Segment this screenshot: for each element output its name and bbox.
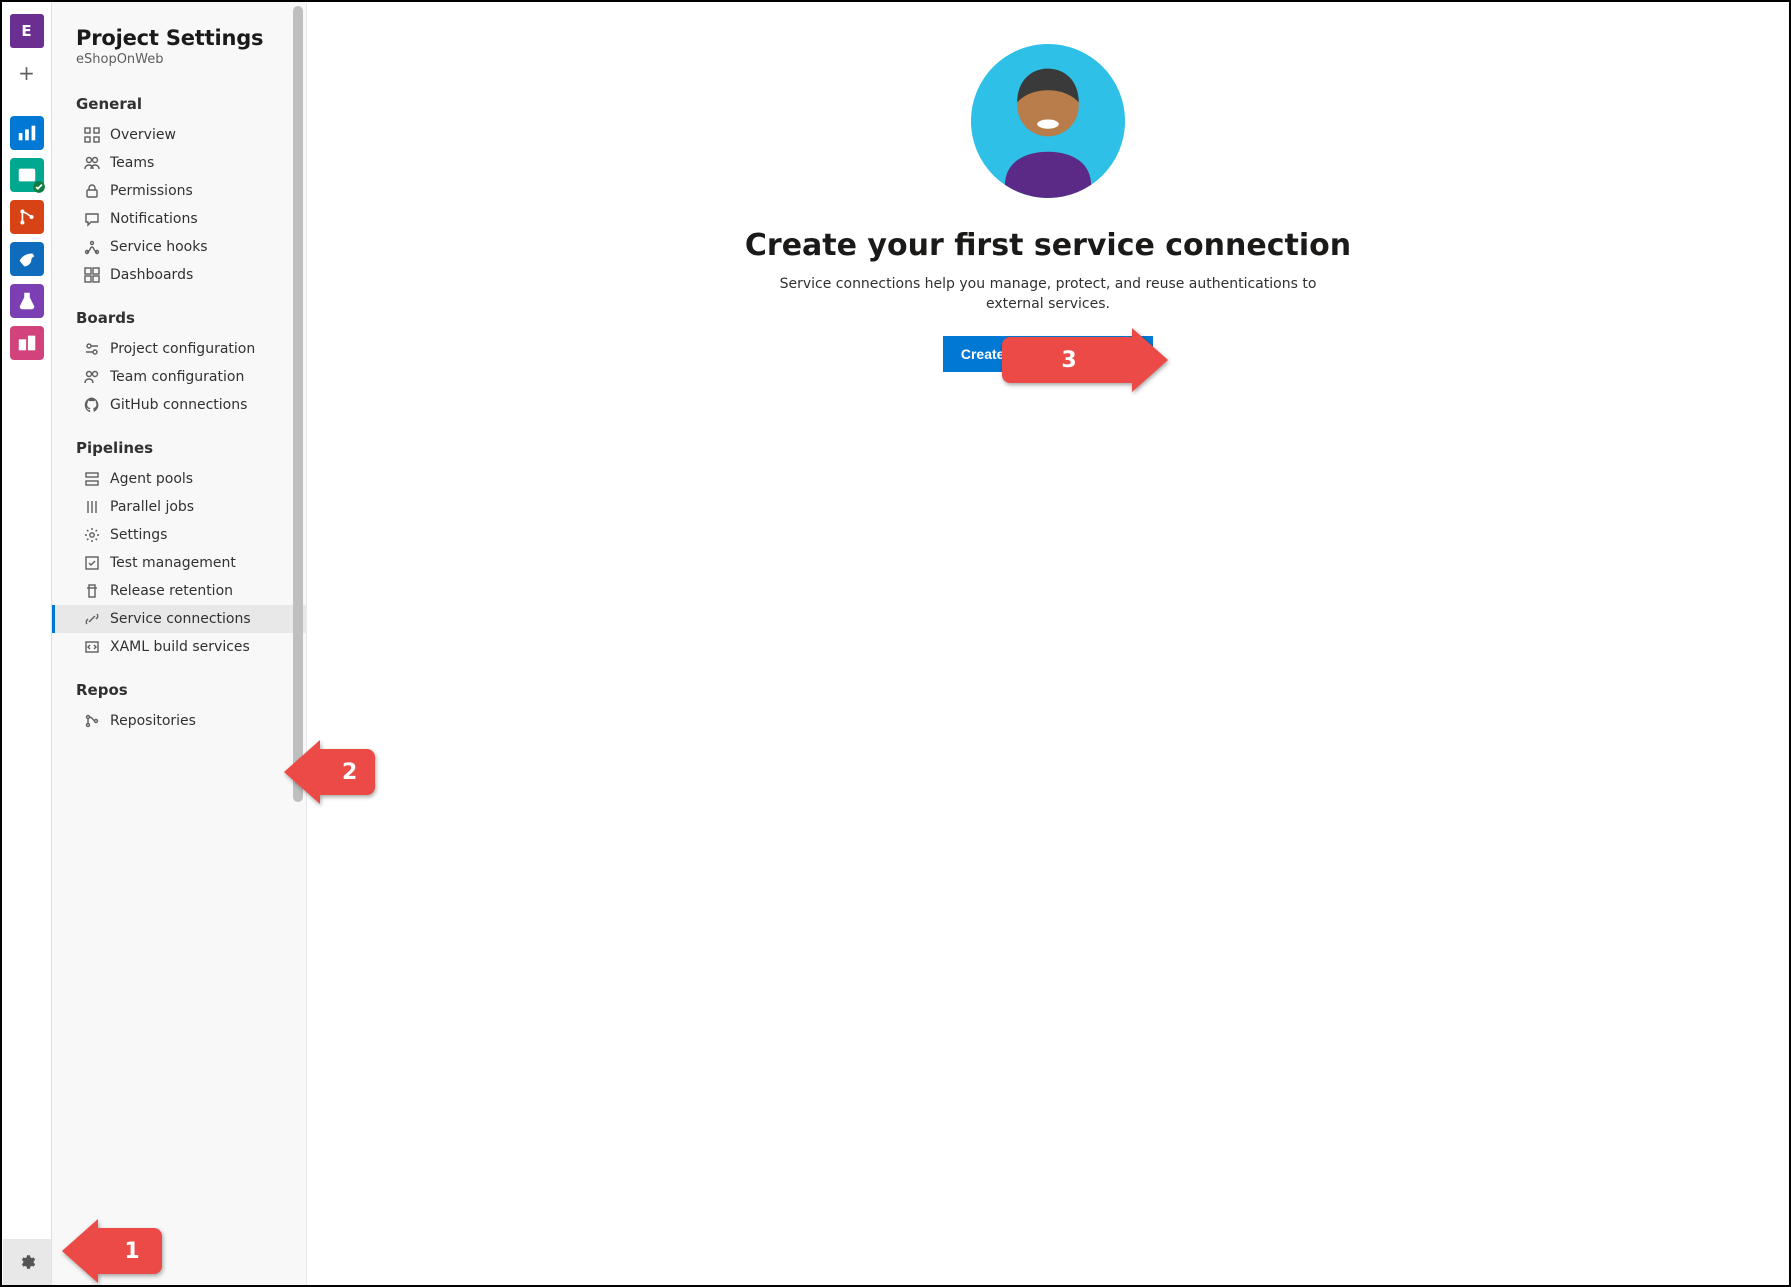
nav-label: Parallel jobs: [110, 499, 194, 515]
overview-icon[interactable]: [10, 116, 44, 150]
config-icon: [84, 341, 100, 357]
connection-icon: [84, 611, 100, 627]
nav-github-connections[interactable]: GitHub connections: [52, 391, 306, 419]
nav-rail: E +: [2, 2, 52, 1285]
hero-avatar-icon: [971, 44, 1125, 198]
nav-service-connections[interactable]: Service connections: [52, 605, 306, 633]
nav-label: Notifications: [110, 211, 198, 227]
add-project-button[interactable]: +: [10, 56, 44, 90]
github-icon: [84, 397, 100, 413]
dashboard-icon: [84, 267, 100, 283]
section-repos: Repos: [76, 681, 290, 699]
team-icon: [84, 155, 100, 171]
nav-label: Settings: [110, 527, 167, 543]
section-pipelines: Pipelines: [76, 439, 290, 457]
project-tile[interactable]: E: [10, 14, 44, 48]
repos-icon[interactable]: [10, 200, 44, 234]
create-service-connection-button[interactable]: Create service connection: [943, 336, 1153, 372]
nav-teams[interactable]: Teams: [52, 149, 306, 177]
nav-label: Overview: [110, 127, 176, 143]
artifacts-icon[interactable]: [10, 326, 44, 360]
lock-icon: [84, 183, 100, 199]
section-boards: Boards: [76, 309, 290, 327]
nav-pipeline-settings[interactable]: Settings: [52, 521, 306, 549]
grid-icon: [84, 127, 100, 143]
xaml-icon: [84, 639, 100, 655]
nav-agent-pools[interactable]: Agent pools: [52, 465, 306, 493]
nav-label: Team configuration: [110, 369, 244, 385]
nav-label: Agent pools: [110, 471, 193, 487]
nav-label: Project configuration: [110, 341, 255, 357]
nav-label: Dashboards: [110, 267, 193, 283]
nav-parallel-jobs[interactable]: Parallel jobs: [52, 493, 306, 521]
nav-test-management[interactable]: Test management: [52, 549, 306, 577]
nav-label: Service hooks: [110, 239, 208, 255]
parallel-icon: [84, 499, 100, 515]
retention-icon: [84, 583, 100, 599]
repo-icon: [84, 713, 100, 729]
nav-label: Release retention: [110, 583, 233, 599]
chat-icon: [84, 211, 100, 227]
pool-icon: [84, 471, 100, 487]
nav-dashboards[interactable]: Dashboards: [52, 261, 306, 289]
pipelines-icon[interactable]: [10, 242, 44, 276]
nav-label: XAML build services: [110, 639, 250, 655]
test-icon: [84, 555, 100, 571]
nav-label: Repositories: [110, 713, 196, 729]
nav-xaml-build-services[interactable]: XAML build services: [52, 633, 306, 661]
nav-label: Teams: [110, 155, 154, 171]
project-settings-gear-icon[interactable]: [3, 1239, 51, 1285]
nav-service-hooks[interactable]: Service hooks: [52, 233, 306, 261]
settings-sidebar: Project Settings eShopOnWeb General Over…: [52, 2, 307, 1285]
hero-description: Service connections help you manage, pro…: [778, 275, 1318, 314]
nav-release-retention[interactable]: Release retention: [52, 577, 306, 605]
sidebar-scrollbar[interactable]: [293, 6, 303, 802]
nav-notifications[interactable]: Notifications: [52, 205, 306, 233]
project-name: eShopOnWeb: [76, 52, 290, 67]
nav-project-configuration[interactable]: Project configuration: [52, 335, 306, 363]
nav-team-configuration[interactable]: Team configuration: [52, 363, 306, 391]
hero-title: Create your first service connection: [745, 228, 1351, 263]
boards-icon[interactable]: [10, 158, 44, 192]
main-content: Create your first service connection Ser…: [307, 2, 1789, 1285]
nav-label: Permissions: [110, 183, 193, 199]
nav-permissions[interactable]: Permissions: [52, 177, 306, 205]
nav-overview[interactable]: Overview: [52, 121, 306, 149]
nav-label: GitHub connections: [110, 397, 247, 413]
testplans-icon[interactable]: [10, 284, 44, 318]
nav-repositories[interactable]: Repositories: [52, 707, 306, 735]
hook-icon: [84, 239, 100, 255]
nav-label: Test management: [110, 555, 236, 571]
page-title: Project Settings: [76, 26, 290, 50]
gear-icon: [84, 527, 100, 543]
section-general: General: [76, 95, 290, 113]
team-config-icon: [84, 369, 100, 385]
nav-label: Service connections: [110, 611, 251, 627]
